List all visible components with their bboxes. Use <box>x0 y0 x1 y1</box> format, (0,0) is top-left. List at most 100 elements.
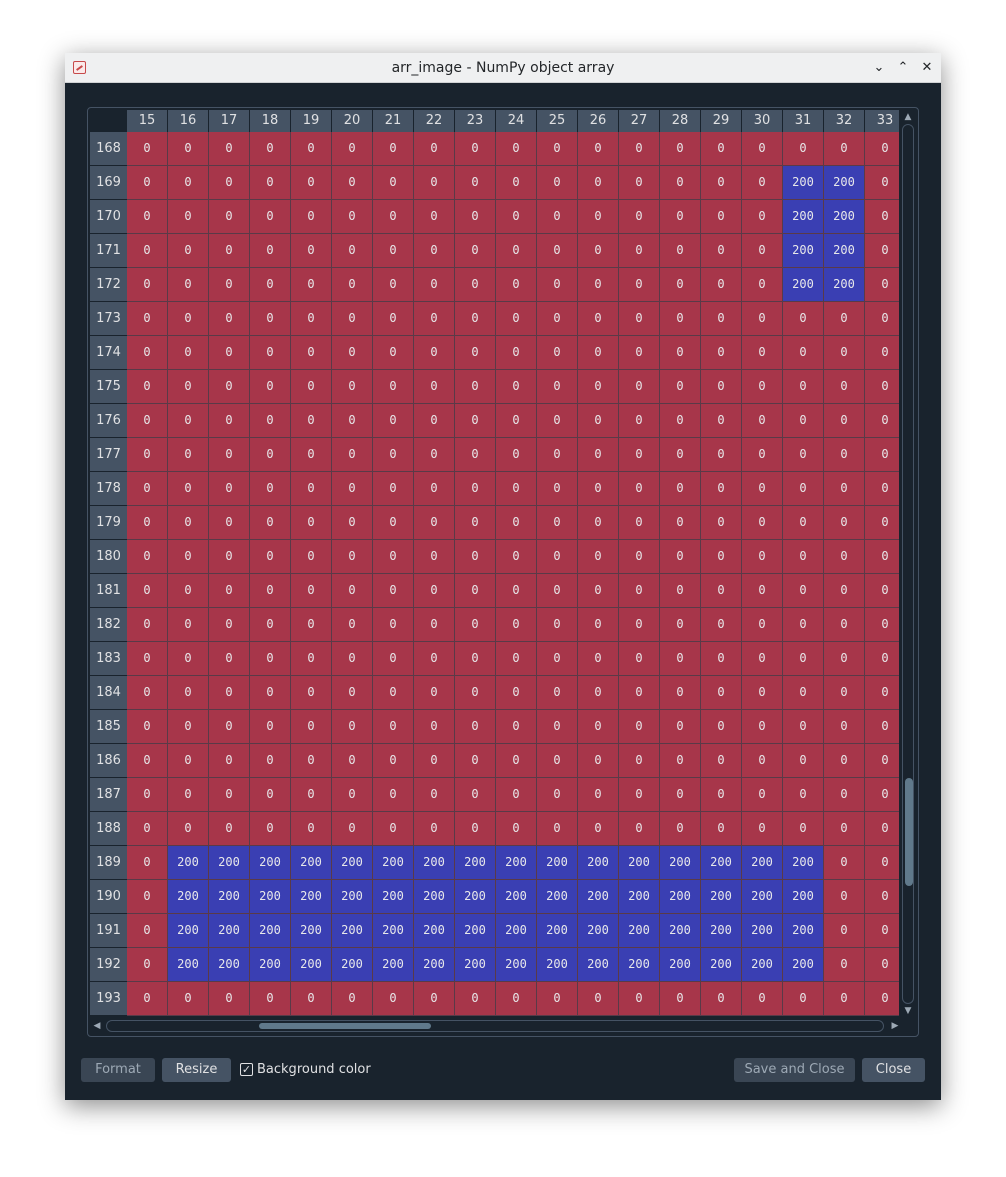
table-cell[interactable]: 0 <box>660 812 701 846</box>
table-cell[interactable]: 0 <box>578 472 619 506</box>
table-cell[interactable]: 0 <box>209 234 250 268</box>
table-cell[interactable]: 200 <box>537 914 578 948</box>
row-header[interactable]: 180 <box>90 540 127 574</box>
table-cell[interactable]: 0 <box>537 268 578 302</box>
table-cell[interactable]: 0 <box>373 540 414 574</box>
table-cell[interactable]: 0 <box>414 438 455 472</box>
table-cell[interactable]: 0 <box>865 506 899 540</box>
table-cell[interactable]: 0 <box>619 642 660 676</box>
table-cell[interactable]: 200 <box>783 200 824 234</box>
table-cell[interactable]: 0 <box>619 540 660 574</box>
table-cell[interactable]: 0 <box>619 608 660 642</box>
column-header[interactable]: 27 <box>619 110 660 132</box>
table-cell[interactable]: 0 <box>660 982 701 1016</box>
table-cell[interactable]: 0 <box>332 302 373 336</box>
table-cell[interactable]: 200 <box>701 846 742 880</box>
save-and-close-button[interactable]: Save and Close <box>734 1058 855 1082</box>
table-cell[interactable]: 0 <box>127 268 168 302</box>
table-cell[interactable]: 0 <box>373 744 414 778</box>
table-cell[interactable]: 0 <box>742 642 783 676</box>
table-cell[interactable]: 0 <box>250 812 291 846</box>
table-cell[interactable]: 0 <box>701 778 742 812</box>
table-cell[interactable]: 0 <box>742 132 783 166</box>
table-cell[interactable]: 0 <box>496 166 537 200</box>
table-cell[interactable]: 0 <box>496 370 537 404</box>
table-cell[interactable]: 0 <box>332 404 373 438</box>
table-cell[interactable]: 200 <box>578 846 619 880</box>
table-cell[interactable]: 0 <box>127 642 168 676</box>
table-cell[interactable]: 0 <box>865 880 899 914</box>
table-cell[interactable]: 0 <box>332 166 373 200</box>
table-cell[interactable]: 0 <box>168 166 209 200</box>
table-cell[interactable]: 0 <box>373 200 414 234</box>
table-cell[interactable]: 0 <box>619 982 660 1016</box>
table-cell[interactable]: 0 <box>824 778 865 812</box>
table-cell[interactable]: 0 <box>742 744 783 778</box>
table-cell[interactable]: 200 <box>660 846 701 880</box>
table-cell[interactable]: 0 <box>291 404 332 438</box>
table-cell[interactable]: 0 <box>742 200 783 234</box>
table-cell[interactable]: 0 <box>865 642 899 676</box>
table-cell[interactable]: 0 <box>168 642 209 676</box>
table-cell[interactable]: 200 <box>619 846 660 880</box>
table-cell[interactable]: 0 <box>537 200 578 234</box>
table-cell[interactable]: 0 <box>578 642 619 676</box>
table-cell[interactable]: 0 <box>250 302 291 336</box>
table-cell[interactable]: 0 <box>619 676 660 710</box>
table-cell[interactable]: 0 <box>250 574 291 608</box>
table-cell[interactable]: 0 <box>127 200 168 234</box>
table-cell[interactable]: 0 <box>209 336 250 370</box>
close-window-button[interactable]: ✕ <box>918 59 936 77</box>
table-cell[interactable]: 200 <box>332 880 373 914</box>
table-cell[interactable]: 0 <box>291 778 332 812</box>
table-cell[interactable]: 0 <box>742 234 783 268</box>
table-cell[interactable]: 0 <box>783 336 824 370</box>
row-header[interactable]: 182 <box>90 608 127 642</box>
table-cell[interactable]: 200 <box>168 880 209 914</box>
table-cell[interactable]: 0 <box>291 166 332 200</box>
format-button[interactable]: Format <box>81 1058 155 1082</box>
table-cell[interactable]: 0 <box>168 506 209 540</box>
table-cell[interactable]: 0 <box>865 234 899 268</box>
table-cell[interactable]: 0 <box>455 336 496 370</box>
table-cell[interactable]: 0 <box>824 812 865 846</box>
table-cell[interactable]: 0 <box>783 608 824 642</box>
table-cell[interactable]: 0 <box>578 506 619 540</box>
table-cell[interactable]: 0 <box>496 710 537 744</box>
table-cell[interactable]: 0 <box>742 608 783 642</box>
row-header[interactable]: 193 <box>90 982 127 1016</box>
table-cell[interactable]: 0 <box>783 710 824 744</box>
column-header[interactable]: 21 <box>373 110 414 132</box>
table-cell[interactable]: 0 <box>496 438 537 472</box>
table-cell[interactable]: 200 <box>783 234 824 268</box>
table-cell[interactable]: 0 <box>865 812 899 846</box>
table-cell[interactable]: 0 <box>824 472 865 506</box>
column-header[interactable]: 30 <box>742 110 783 132</box>
table-cell[interactable]: 0 <box>291 234 332 268</box>
table-cell[interactable]: 200 <box>660 914 701 948</box>
table-cell[interactable]: 200 <box>783 914 824 948</box>
table-cell[interactable]: 200 <box>291 948 332 982</box>
table-cell[interactable]: 0 <box>578 710 619 744</box>
table-cell[interactable]: 0 <box>168 608 209 642</box>
table-cell[interactable]: 0 <box>455 642 496 676</box>
table-cell[interactable]: 0 <box>865 302 899 336</box>
table-cell[interactable]: 0 <box>373 370 414 404</box>
table-cell[interactable]: 0 <box>537 982 578 1016</box>
table-cell[interactable]: 200 <box>250 846 291 880</box>
table-cell[interactable]: 200 <box>455 846 496 880</box>
table-cell[interactable]: 0 <box>127 846 168 880</box>
column-header[interactable]: 31 <box>783 110 824 132</box>
table-cell[interactable]: 0 <box>578 540 619 574</box>
table-cell[interactable]: 0 <box>250 506 291 540</box>
table-cell[interactable]: 0 <box>455 472 496 506</box>
table-cell[interactable]: 200 <box>250 880 291 914</box>
table-cell[interactable]: 0 <box>127 778 168 812</box>
table-cell[interactable]: 0 <box>209 472 250 506</box>
table-cell[interactable]: 0 <box>865 914 899 948</box>
table-cell[interactable]: 0 <box>619 166 660 200</box>
table-cell[interactable]: 0 <box>127 234 168 268</box>
table-cell[interactable]: 0 <box>824 982 865 1016</box>
table-cell[interactable]: 0 <box>537 744 578 778</box>
table-cell[interactable]: 0 <box>414 472 455 506</box>
